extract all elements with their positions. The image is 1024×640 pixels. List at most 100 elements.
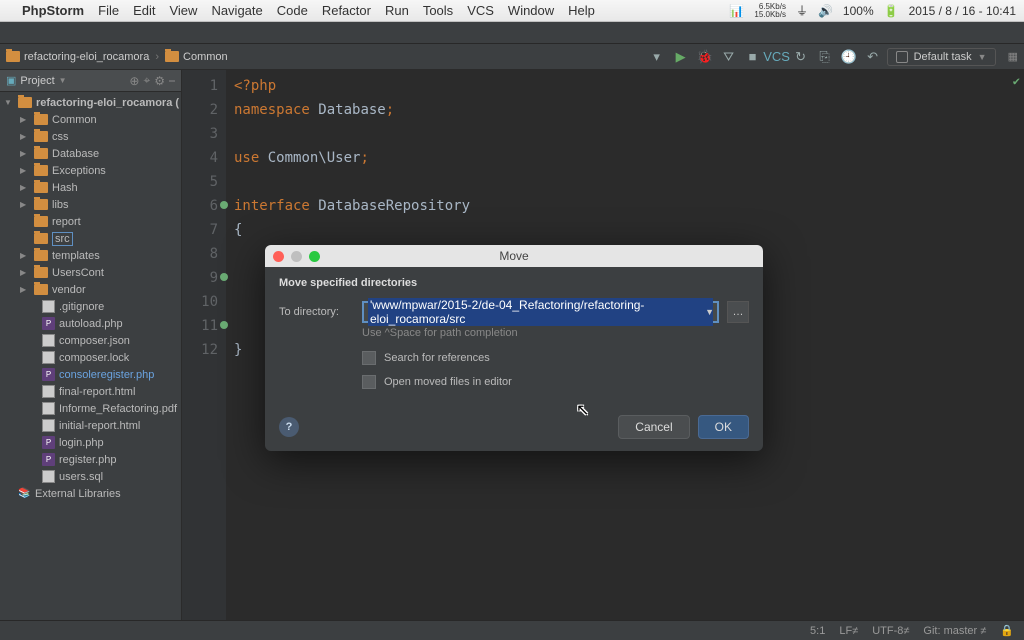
status-graph-icon[interactable]: 📊: [729, 4, 744, 18]
tree-arrow-icon[interactable]: ▶: [20, 183, 30, 192]
git-branch[interactable]: Git: master ≠: [923, 625, 986, 637]
run-icon[interactable]: ▶: [673, 49, 689, 65]
tree-item[interactable]: ▶Common: [0, 111, 181, 128]
layout-icon[interactable]: ▦: [1008, 50, 1018, 63]
battery-icon[interactable]: 🔋: [884, 4, 899, 18]
tree-item[interactable]: Pregister.php: [0, 451, 181, 468]
collapse-icon[interactable]: ⊕: [129, 74, 139, 88]
project-title[interactable]: ▣ Project ▼: [6, 74, 67, 87]
dropdown-icon[interactable]: ▾: [649, 49, 665, 65]
revert-icon[interactable]: ↶: [865, 49, 881, 65]
line-number[interactable]: 6: [182, 194, 218, 218]
line-number[interactable]: 11: [182, 314, 218, 338]
tree-item[interactable]: final-report.html: [0, 383, 181, 400]
line-number[interactable]: 7: [182, 218, 218, 242]
line-number[interactable]: 5: [182, 170, 218, 194]
tree-item[interactable]: Pautoload.php: [0, 315, 181, 332]
tree-item[interactable]: Plogin.php: [0, 434, 181, 451]
line-number[interactable]: 8: [182, 242, 218, 266]
tree-arrow-icon[interactable]: ▶: [20, 115, 30, 124]
vcs-icon[interactable]: VCS: [769, 49, 785, 65]
tree-item[interactable]: ▶Hash: [0, 179, 181, 196]
menu-run[interactable]: Run: [385, 3, 409, 18]
hide-icon[interactable]: ⎯: [169, 73, 175, 88]
code-line[interactable]: [234, 122, 470, 146]
zoom-icon[interactable]: [309, 251, 320, 262]
settings-icon[interactable]: ⚙: [154, 74, 165, 88]
target-icon[interactable]: ⌖: [143, 73, 150, 88]
line-number[interactable]: 1: [182, 74, 218, 98]
caret-position[interactable]: 5:1: [810, 625, 825, 637]
menu-help[interactable]: Help: [568, 3, 595, 18]
tree-item[interactable]: report: [0, 213, 181, 230]
code-line[interactable]: use Common\User;: [234, 146, 470, 170]
line-number[interactable]: 10: [182, 290, 218, 314]
stop-icon[interactable]: ■: [745, 49, 761, 65]
menu-tools[interactable]: Tools: [423, 3, 453, 18]
tree-arrow-icon[interactable]: ▶: [20, 200, 30, 209]
breadcrumb-root[interactable]: refactoring-eloi_rocamora: [6, 51, 149, 63]
menu-file[interactable]: File: [98, 3, 119, 18]
coverage-icon[interactable]: ⛛: [721, 49, 737, 65]
help-icon[interactable]: ?: [279, 417, 299, 437]
line-number[interactable]: 2: [182, 98, 218, 122]
tree-arrow-icon[interactable]: ▶: [20, 166, 30, 175]
wifi-icon[interactable]: ⏚: [796, 2, 808, 19]
line-separator[interactable]: LF≠: [839, 625, 858, 637]
commit-icon[interactable]: ⎘: [817, 49, 833, 65]
tree-item[interactable]: src: [0, 230, 181, 247]
tree-item[interactable]: Pconsoleregister.php: [0, 366, 181, 383]
cancel-button[interactable]: Cancel: [618, 415, 689, 439]
tree-item[interactable]: users.sql: [0, 468, 181, 485]
menu-vcs[interactable]: VCS: [467, 3, 494, 18]
browse-button[interactable]: …: [727, 301, 749, 323]
tree-item[interactable]: composer.json: [0, 332, 181, 349]
tree-item[interactable]: ▶UsersCont: [0, 264, 181, 281]
menu-view[interactable]: View: [169, 3, 197, 18]
default-task-selector[interactable]: Default task ▼: [887, 48, 996, 66]
tree-item[interactable]: .gitignore: [0, 298, 181, 315]
tree-item[interactable]: ▼refactoring-eloi_rocamora (: [0, 94, 181, 111]
lock-icon[interactable]: 🔒: [1000, 624, 1014, 637]
menu-refactor[interactable]: Refactor: [322, 3, 371, 18]
open-moved-checkbox[interactable]: [362, 375, 376, 389]
tree-item[interactable]: ▶vendor: [0, 281, 181, 298]
code-line[interactable]: interface DatabaseRepository: [234, 194, 470, 218]
app-name[interactable]: PhpStorm: [22, 3, 84, 18]
tree-item[interactable]: initial-report.html: [0, 417, 181, 434]
menu-window[interactable]: Window: [508, 3, 554, 18]
tree-arrow-icon[interactable]: ▶: [20, 132, 30, 141]
code-line[interactable]: namespace Database;: [234, 98, 470, 122]
history-icon[interactable]: 🕘: [841, 49, 857, 65]
to-directory-input[interactable]: 'www/mpwar/2015-2/de-04_Refactoring/refa…: [362, 301, 719, 323]
code-line[interactable]: [234, 170, 470, 194]
menu-code[interactable]: Code: [277, 3, 308, 18]
code-line[interactable]: <?php: [234, 74, 470, 98]
debug-icon[interactable]: 🐞: [697, 49, 713, 65]
line-number[interactable]: 4: [182, 146, 218, 170]
tree-item[interactable]: ▶templates: [0, 247, 181, 264]
file-encoding[interactable]: UTF-8≠: [872, 625, 909, 637]
tree-item[interactable]: 📚External Libraries: [0, 485, 181, 502]
update-icon[interactable]: ↻: [793, 49, 809, 65]
volume-icon[interactable]: 🔊: [818, 4, 833, 18]
dialog-titlebar[interactable]: Move: [265, 245, 763, 267]
breadcrumb-folder[interactable]: Common: [165, 51, 228, 63]
chevron-down-icon[interactable]: ▼: [705, 307, 714, 317]
menu-navigate[interactable]: Navigate: [211, 3, 262, 18]
tree-item[interactable]: ▶Database: [0, 145, 181, 162]
tree-item[interactable]: composer.lock: [0, 349, 181, 366]
code-line[interactable]: {: [234, 218, 470, 242]
project-tree[interactable]: ▼refactoring-eloi_rocamora (▶Common▶css▶…: [0, 92, 181, 620]
tree-item[interactable]: ▶Exceptions: [0, 162, 181, 179]
line-number[interactable]: 3: [182, 122, 218, 146]
line-number[interactable]: 12: [182, 338, 218, 362]
tree-item[interactable]: ▶css: [0, 128, 181, 145]
line-number[interactable]: 9: [182, 266, 218, 290]
ok-button[interactable]: OK: [698, 415, 749, 439]
menu-edit[interactable]: Edit: [133, 3, 155, 18]
tree-arrow-icon[interactable]: ▼: [4, 98, 14, 107]
tree-arrow-icon[interactable]: ▶: [20, 149, 30, 158]
tree-arrow-icon[interactable]: ▶: [20, 268, 30, 277]
tree-item[interactable]: ▶libs: [0, 196, 181, 213]
